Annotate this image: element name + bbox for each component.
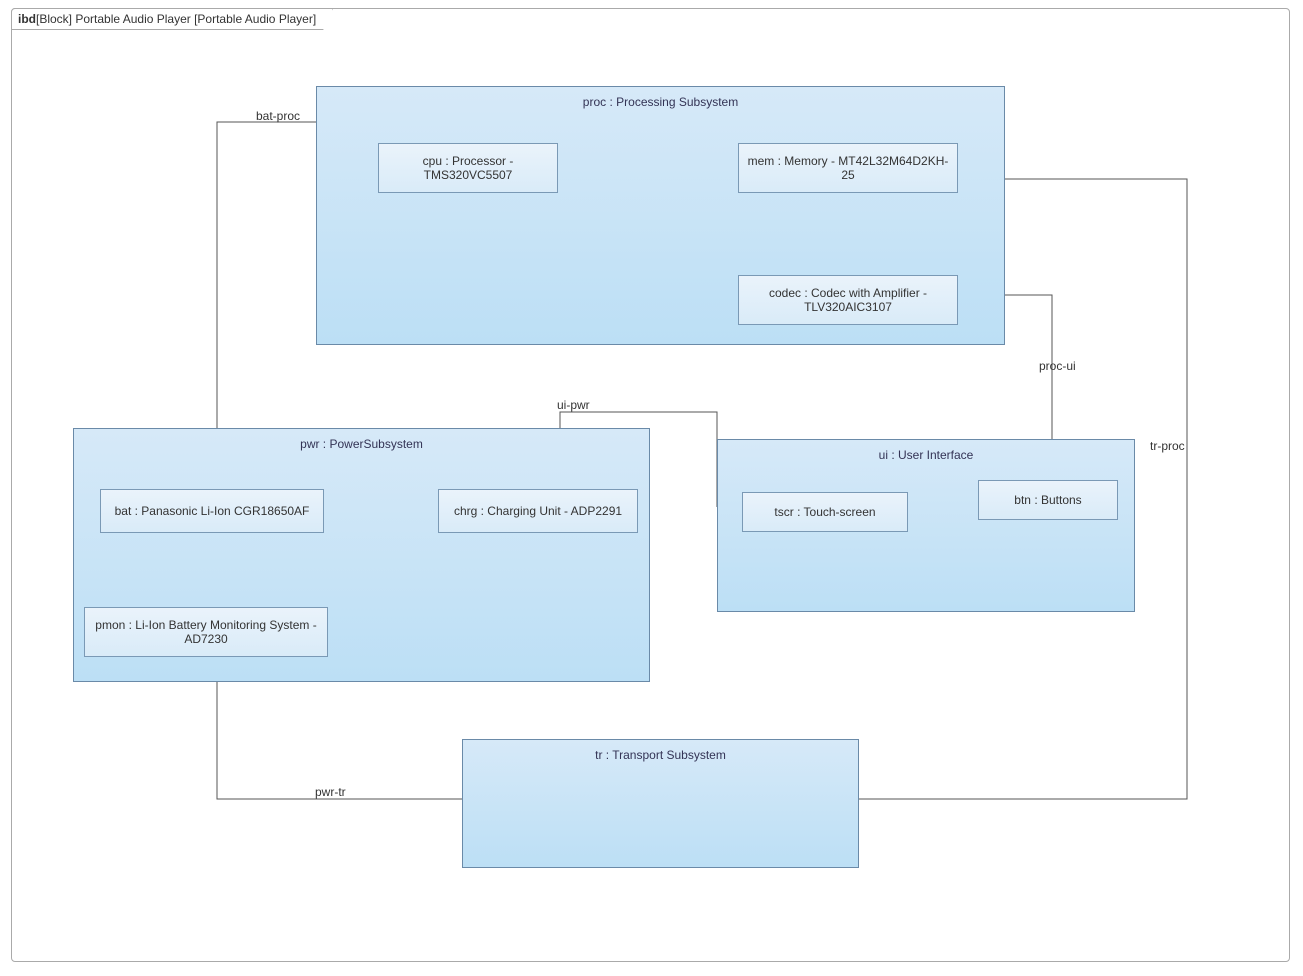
block-proc-title: proc : Processing Subsystem	[317, 95, 1004, 109]
block-ui[interactable]: ui : User Interface tscr : Touch-screen …	[717, 439, 1135, 612]
label-proc-ui: proc-ui	[1039, 359, 1076, 373]
block-tr-title: tr : Transport Subsystem	[463, 748, 858, 762]
part-mem[interactable]: mem : Memory - MT42L32M64D2KH-25	[738, 143, 958, 193]
part-codec[interactable]: codec : Codec with Amplifier - TLV320AIC…	[738, 275, 958, 325]
label-ui-pwr: ui-pwr	[557, 398, 590, 412]
frame-tab: ibd[Block] Portable Audio Player [Portab…	[11, 8, 333, 30]
part-btn[interactable]: btn : Buttons	[978, 480, 1118, 520]
frame-prefix: ibd	[18, 12, 36, 26]
label-pwr-tr: pwr-tr	[315, 785, 346, 799]
block-tr[interactable]: tr : Transport Subsystem	[462, 739, 859, 868]
part-bat[interactable]: bat : Panasonic Li-Ion CGR18650AF	[100, 489, 324, 533]
frame-kind: [Block] Portable Audio Player [Portable …	[36, 12, 316, 26]
connector-pwr-tr	[217, 682, 462, 799]
part-tscr[interactable]: tscr : Touch-screen	[742, 492, 908, 532]
block-pwr-title: pwr : PowerSubsystem	[74, 437, 649, 451]
ibd-frame: ibd[Block] Portable Audio Player [Portab…	[11, 8, 1290, 962]
block-ui-title: ui : User Interface	[718, 448, 1134, 462]
part-cpu[interactable]: cpu : Processor - TMS320VC5507	[378, 143, 558, 193]
part-pmon[interactable]: pmon : Li-Ion Battery Monitoring System …	[84, 607, 328, 657]
label-bat-proc: bat-proc	[256, 109, 300, 123]
label-tr-proc: tr-proc	[1150, 439, 1185, 453]
block-proc[interactable]: proc : Processing Subsystem cpu : Proces…	[316, 86, 1005, 345]
part-chrg[interactable]: chrg : Charging Unit - ADP2291	[438, 489, 638, 533]
block-pwr[interactable]: pwr : PowerSubsystem bat : Panasonic Li-…	[73, 428, 650, 682]
